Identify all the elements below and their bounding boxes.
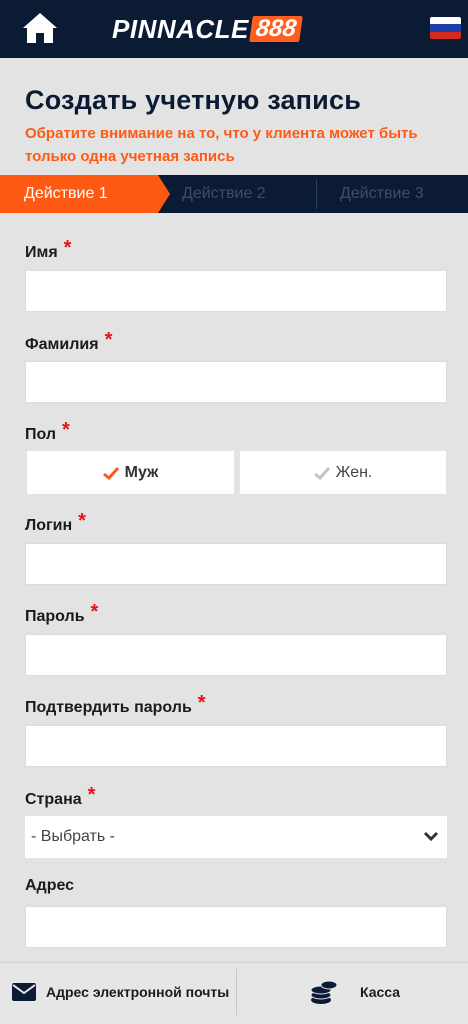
- confirm-password-label-text: Подтвердить пароль: [25, 699, 192, 716]
- single-account-notice: Обратите внимание на то, что у клиента м…: [25, 125, 418, 165]
- login-input[interactable]: [25, 543, 447, 585]
- password-input[interactable]: [25, 634, 447, 676]
- coins-icon: [310, 980, 338, 1004]
- password-label: Пароль *: [25, 601, 99, 627]
- confirm-password-label: Подтвердить пароль *: [25, 692, 206, 718]
- login-label: Логин *: [25, 510, 86, 536]
- confirm-password-input[interactable]: [25, 725, 447, 767]
- country-select-value: - Выбрать -: [31, 828, 115, 845]
- logo-number: 888: [249, 15, 303, 42]
- brand-logo[interactable]: PINNACLE 888: [112, 13, 303, 45]
- step-2[interactable]: Действие 2: [182, 175, 266, 213]
- required-mark: *: [197, 692, 206, 714]
- top-bar: PINNACLE 888: [0, 0, 468, 58]
- country-label: Страна *: [25, 784, 96, 810]
- email-contact-button[interactable]: Адрес электронной почты: [12, 963, 229, 1021]
- required-mark: *: [87, 784, 96, 806]
- step-1[interactable]: Действие 1: [0, 175, 170, 213]
- required-mark: *: [90, 601, 99, 623]
- check-icon: [313, 466, 330, 480]
- cashier-label: Касса: [360, 984, 401, 1000]
- russia-flag-icon[interactable]: [430, 17, 461, 39]
- envelope-icon: [12, 983, 36, 1001]
- gender-male-label: Муж: [124, 463, 159, 481]
- login-label-text: Логин: [25, 517, 73, 534]
- country-label-text: Страна: [25, 791, 82, 808]
- step-3[interactable]: Действие 3: [340, 175, 424, 213]
- first-name-label-text: Имя: [25, 244, 58, 261]
- first-name-input[interactable]: [25, 270, 447, 312]
- page-title: Создать учетную запись: [25, 85, 361, 115]
- chevron-down-icon: [423, 831, 439, 842]
- bottom-divider: [236, 969, 237, 1015]
- first-name-label: Имя *: [25, 237, 72, 263]
- cashier-button[interactable]: Касса: [310, 963, 400, 1021]
- logo-text: PINNACLE: [112, 14, 249, 44]
- last-name-label: Фамилия *: [25, 329, 113, 355]
- password-label-text: Пароль: [25, 608, 85, 625]
- gender-label-text: Пол: [25, 426, 57, 443]
- bottom-bar: Адрес электронной почты Касса: [0, 962, 468, 1024]
- address-label-text: Адрес: [25, 877, 75, 894]
- check-icon: [102, 466, 119, 480]
- gender-male-option[interactable]: Муж: [27, 451, 234, 494]
- registration-steps: Действие 1 Действие 2 Действие 3: [0, 175, 468, 213]
- last-name-label-text: Фамилия: [25, 336, 99, 353]
- step-divider: [316, 179, 317, 209]
- home-icon[interactable]: [21, 11, 59, 45]
- last-name-input[interactable]: [25, 361, 447, 403]
- email-contact-label: Адрес электронной почты: [46, 984, 230, 1000]
- required-mark: *: [104, 329, 113, 351]
- gender-label: Пол *: [25, 419, 70, 445]
- country-select[interactable]: - Выбрать -: [25, 816, 447, 858]
- required-mark: *: [63, 237, 72, 259]
- address-input[interactable]: [25, 906, 447, 948]
- address-label: Адрес: [25, 877, 74, 895]
- required-mark: *: [78, 510, 86, 532]
- gender-female-label: Жен.: [335, 463, 373, 481]
- gender-female-option[interactable]: Жен.: [240, 451, 446, 494]
- required-mark: *: [62, 419, 70, 441]
